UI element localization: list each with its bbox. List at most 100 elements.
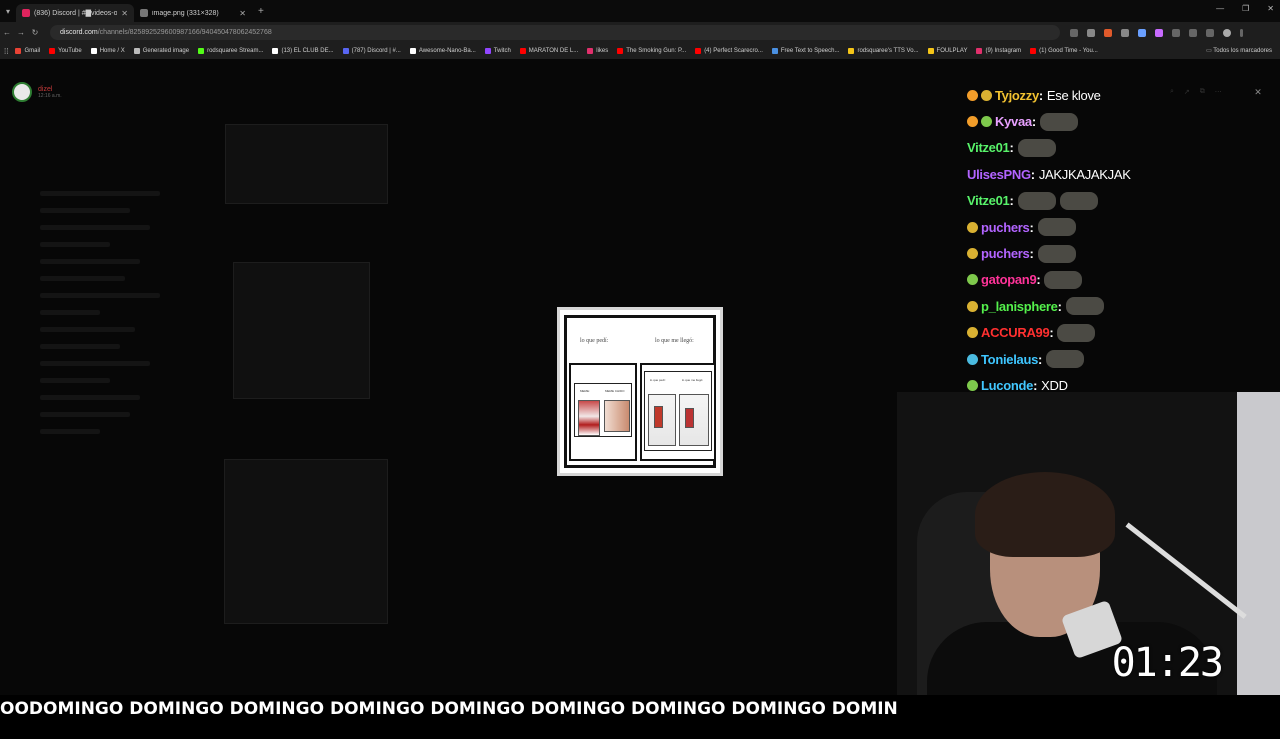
url-path: /channels/825892529600987166/94045047806… [97,29,272,36]
bookmark-item[interactable]: The Smoking Gun: P... [617,48,686,54]
bookmark-item[interactable]: rodsquaree's TTS Vo... [848,48,919,54]
extension-icon[interactable] [1104,28,1112,37]
bookmark-item[interactable]: (13) EL CLUB DE... [272,48,334,54]
bookmark-item[interactable]: Twitch [484,48,511,54]
bookmark-label: likes [596,48,609,54]
chat-username: ACCURA99 [981,325,1050,341]
reload-icon[interactable]: ↻ [28,28,42,37]
close-window-icon[interactable]: ✕ [1267,4,1274,13]
meme-label-right: lo que me llegó: [655,338,694,344]
bookmark-item[interactable]: (1) Good Time - You... [1030,48,1098,54]
chat-separator: : [1029,219,1034,235]
star-icon[interactable] [1087,28,1095,37]
chat-separator: : [1031,114,1036,130]
tab-close-icon[interactable]: ✕ [121,9,128,18]
browser-tab[interactable]: image.png (331×328) ✕ [134,4,252,22]
nested-label: MEME: [580,389,590,393]
chat-emote-icon [1044,270,1083,289]
image-preview[interactable]: lo que pedí: lo que me llegó: MEME: MEME… [557,307,723,476]
bookmark-item[interactable]: FOULPLAY [927,48,968,54]
minimize-icon[interactable]: — [1216,4,1224,13]
bookmark-item[interactable]: Awesome-Nano-Ba... [409,48,476,54]
url-field[interactable]: discord.com /channels/825892529600987166… [50,25,1060,40]
bookmark-favicon-icon [90,48,97,54]
chat-username: puchers [981,246,1030,262]
bookmark-item[interactable]: Home / X [90,48,125,54]
chat-message: Kyvaa: [967,108,1177,134]
new-tab-button[interactable]: + [258,6,264,17]
tab-close-icon[interactable]: ✕ [239,9,246,18]
bookmark-label: FOULPLAY [936,48,968,54]
menu-kebab-icon[interactable] [1240,28,1243,37]
download-icon[interactable] [1206,28,1214,37]
browser-tab[interactable]: (836) Discord | #▇videos-oro ✕ [16,4,134,22]
chat-emote-icon [1017,138,1056,157]
webcam-feed: 01:23 [897,392,1280,695]
eye-off-icon[interactable] [1070,28,1078,37]
nested-meme: MEME: MEME CHIDO [574,383,632,437]
forward-icon[interactable]: → [14,28,28,37]
puzzle-icon[interactable] [1172,28,1180,37]
chat-text: Ese klove [1046,87,1101,103]
chat-username: Vitze01 [967,193,1010,209]
bookmark-item[interactable]: Gmail [15,48,40,54]
dimmed-attachment [233,262,370,399]
cam-mic-arm [1125,522,1247,619]
bookmark-item[interactable]: (4) Perfect Scarecro... [695,48,763,54]
chat-username: Vitze01 [967,140,1010,156]
apps-grid-icon[interactable]: ⁞⁞ [4,47,8,56]
cam-person-hair [975,472,1115,557]
chat-badge-icon [967,221,978,233]
bookmark-label: The Smoking Gun: P... [626,48,687,54]
nested-picture [578,400,600,436]
all-bookmarks[interactable]: ▭ Todos los marcadores [1206,47,1272,54]
bookmark-item[interactable]: Free Text to Speech... [771,48,839,54]
chat-text: XDD [1041,377,1068,393]
bookmark-label: MARATON DE L... [528,48,579,54]
bookmark-item[interactable]: likes [587,48,608,54]
chat-message: Vitze01: [967,188,1177,214]
bookmark-favicon-icon [587,48,594,54]
username[interactable]: dizel [38,86,62,93]
chat-message: p_lanisphere: [967,293,1177,319]
avatar[interactable] [12,82,32,102]
bookmark-item[interactable]: (787) Discord | #... [342,48,401,54]
chat-emote-icon [1059,191,1098,210]
chat-badge-icon [967,379,978,391]
more-icon[interactable]: ⋯ [1215,88,1222,96]
profile-avatar[interactable] [1223,28,1231,37]
chat-separator: : [1009,140,1014,156]
tab-search-icon[interactable]: ▾ [0,7,16,16]
bookmark-item[interactable]: rodsquaree Stream... [198,48,263,54]
chat-badge-icon [981,89,992,101]
bookmark-item[interactable]: (9) Instagram [976,48,1021,54]
bookmark-item[interactable]: YouTube [49,48,82,54]
bookmark-favicon-icon [409,48,416,54]
sidebar-icon[interactable] [1189,28,1197,37]
extension-icon[interactable] [1138,28,1146,37]
scrolling-ticker: OODOMINGO DOMINGO DOMINGO DOMINGO DOMING… [0,698,898,720]
folder-icon: ▭ [1206,48,1212,54]
chat-username: Tonielaus [981,351,1039,367]
extension-icon[interactable] [1155,28,1163,37]
chat-separator: : [1030,166,1035,182]
bookmark-favicon-icon [484,48,491,54]
open-icon[interactable]: ⧉ [1200,88,1205,96]
chat-badge-icon [967,274,978,286]
stream-chat-overlay: Tyjozzy: Ese klove Kyvaa: Vitze01: UlisesPNG… [967,82,1177,399]
bookmark-favicon-icon [519,48,526,54]
chat-text: JAKJKAJAKJAK [1038,166,1131,182]
chat-separator: : [1036,272,1041,288]
bookmark-item[interactable]: MARATON DE L... [519,48,579,54]
bookmark-favicon-icon [927,48,934,54]
bookmark-item[interactable]: Generated image [133,48,189,54]
extension-icon[interactable] [1121,28,1129,37]
back-icon[interactable]: ← [0,28,14,37]
close-viewer-button[interactable]: ✕ [1252,86,1264,98]
maximize-icon[interactable]: ❐ [1242,4,1249,13]
tab-title: (836) Discord | #▇videos-oro [34,10,118,17]
share-icon[interactable]: ↗ [1184,88,1190,96]
bookmark-label: YouTube [58,48,82,54]
message-author: dizel 12:16 a.m. [12,82,62,102]
dimmed-channel-list [0,179,190,739]
